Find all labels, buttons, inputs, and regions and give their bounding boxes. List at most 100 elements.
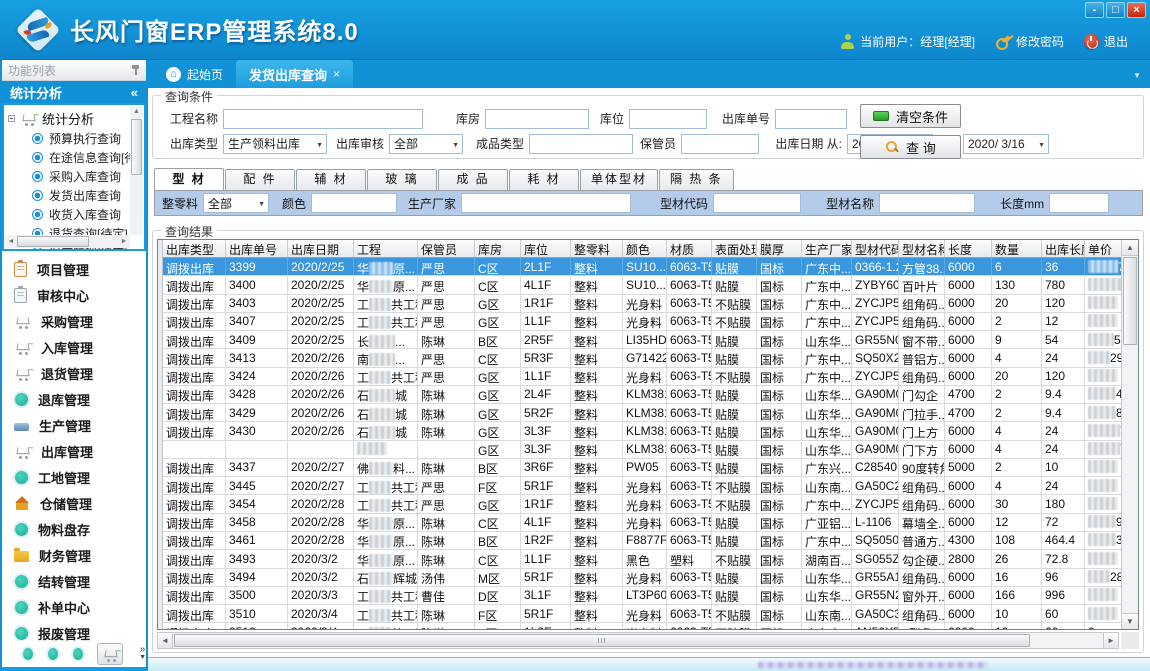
table-cell[interactable]: 调拨出库 bbox=[163, 331, 226, 348]
table-cell[interactable]: 6000 bbox=[945, 331, 992, 348]
table-cell[interactable]: 调拨出库 bbox=[163, 313, 226, 330]
table-cell[interactable]: 国标 bbox=[757, 331, 802, 348]
sidebar-more-button[interactable]: »▼ bbox=[139, 646, 146, 662]
table-cell[interactable]: 24 bbox=[1042, 477, 1085, 494]
table-cell[interactable]: 54 bbox=[1042, 331, 1085, 348]
table-cell[interactable]: 2L1F bbox=[521, 258, 571, 275]
table-cell[interactable]: 2972 bbox=[1085, 349, 1121, 366]
table-cell[interactable]: 708 bbox=[1085, 258, 1121, 275]
table-cell[interactable]: 5R1F bbox=[521, 605, 571, 622]
table-cell[interactable]: 整料 bbox=[571, 569, 623, 586]
sidebar-item-报废管理[interactable]: 报废管理 bbox=[2, 620, 146, 641]
table-cell[interactable]: 华原... bbox=[354, 550, 418, 567]
table-cell[interactable]: AN50X50X2 bbox=[852, 623, 899, 629]
location-input[interactable] bbox=[629, 109, 707, 129]
column-header-出库单号[interactable]: 出库单号 bbox=[226, 240, 288, 257]
table-cell[interactable]: 24 bbox=[1042, 441, 1085, 458]
table-cell[interactable]: 4L1F bbox=[521, 276, 571, 293]
table-cell[interactable]: 贴膜 bbox=[712, 349, 757, 366]
table-cell[interactable]: 2020/2/28 bbox=[288, 514, 354, 531]
table-cell[interactable]: 2020/3/3 bbox=[288, 587, 354, 604]
table-cell[interactable]: 国标 bbox=[757, 495, 802, 512]
table-cell[interactable]: 2020/2/25 bbox=[288, 295, 354, 312]
table-cell[interactable]: 6000 bbox=[945, 349, 992, 366]
table-cell[interactable] bbox=[1085, 295, 1121, 312]
table-cell[interactable]: 工共工程 bbox=[354, 605, 418, 622]
tree-horizontal-scrollbar[interactable]: ◄► bbox=[5, 235, 130, 248]
grid-vertical-scrollbar[interactable]: ▲ ▼ bbox=[1121, 240, 1138, 629]
table-cell[interactable] bbox=[163, 441, 226, 458]
table-cell[interactable]: 6000 bbox=[945, 587, 992, 604]
table-cell[interactable]: 2812 bbox=[1085, 569, 1121, 586]
table-cell[interactable]: 2020/2/27 bbox=[288, 459, 354, 476]
table-cell[interactable]: 整料 bbox=[571, 623, 623, 629]
table-cell[interactable]: 黑色 bbox=[623, 550, 667, 567]
table-cell[interactable]: 国标 bbox=[757, 459, 802, 476]
table-cell[interactable]: 曹佳 bbox=[418, 587, 475, 604]
table-cell[interactable]: 2020/2/25 bbox=[288, 313, 354, 330]
table-cell[interactable]: 工共工程 bbox=[354, 477, 418, 494]
table-cell[interactable]: 3R6F bbox=[521, 459, 571, 476]
table-cell[interactable]: SQ5050T20 bbox=[852, 532, 899, 549]
table-cell[interactable]: 国标 bbox=[757, 441, 802, 458]
table-cell[interactable]: 门上方 bbox=[899, 422, 945, 439]
table-cell[interactable]: 方管38... bbox=[899, 258, 945, 275]
table-cell[interactable]: 3445 bbox=[226, 477, 288, 494]
table-cell[interactable]: 26 bbox=[992, 550, 1042, 567]
table-cell[interactable]: 10 bbox=[992, 605, 1042, 622]
table-cell[interactable]: 不贴膜 bbox=[712, 295, 757, 312]
table-cell[interactable]: 6063-T5 bbox=[667, 514, 712, 531]
table-cell[interactable]: 0366-1.2 bbox=[852, 258, 899, 275]
module-cart-button[interactable] bbox=[97, 643, 123, 665]
table-cell[interactable]: 6000 bbox=[945, 495, 992, 512]
length-input[interactable] bbox=[1049, 193, 1109, 213]
table-cell[interactable]: L-1106 bbox=[852, 514, 899, 531]
table-cell[interactable]: 整料 bbox=[571, 258, 623, 275]
table-cell[interactable]: 75 bbox=[1085, 441, 1121, 458]
date-to-select[interactable]: 2020/ 3/16▼ bbox=[963, 134, 1049, 154]
table-cell[interactable]: 3510 bbox=[226, 605, 288, 622]
table-cell[interactable]: 120 bbox=[1042, 295, 1085, 312]
scroll-up-icon[interactable]: ▲ bbox=[1122, 240, 1138, 256]
sidebar-item-工地管理[interactable]: 工地管理 bbox=[2, 464, 146, 490]
tab-home[interactable]: ⌂ 起始页 bbox=[153, 60, 236, 88]
table-cell[interactable]: 光身料 bbox=[623, 477, 667, 494]
table-cell[interactable]: 3L3F bbox=[521, 422, 571, 439]
table-cell[interactable]: 调拨出库 bbox=[163, 295, 226, 312]
table-cell[interactable]: 6063-T5 bbox=[667, 477, 712, 494]
table-cell[interactable]: 国标 bbox=[757, 623, 802, 629]
table-cell[interactable]: 6000 bbox=[945, 276, 992, 293]
table-cell[interactable]: 不贴膜 bbox=[712, 550, 757, 567]
sidebar-item-审核中心[interactable]: 审核中心 bbox=[2, 282, 146, 308]
table-cell[interactable] bbox=[1085, 368, 1121, 385]
table-cell[interactable] bbox=[226, 441, 288, 458]
table-cell[interactable]: 24 bbox=[1042, 422, 1085, 439]
table-cell[interactable]: 3413 bbox=[226, 349, 288, 366]
table-cell[interactable]: GR55N26 bbox=[852, 587, 899, 604]
table-cell[interactable]: 调拨出库 bbox=[163, 569, 226, 586]
module-circle-icon[interactable] bbox=[48, 648, 58, 660]
table-cell[interactable]: 1L1F bbox=[521, 313, 571, 330]
table-cell[interactable]: 调拨出库 bbox=[163, 258, 226, 275]
table-cell[interactable]: 贴膜 bbox=[712, 276, 757, 293]
table-cell[interactable]: 2020/3/2 bbox=[288, 550, 354, 567]
table-cell[interactable]: 4700 bbox=[945, 386, 992, 403]
table-cell[interactable]: 468 bbox=[1085, 386, 1121, 403]
table-cell[interactable]: 南... bbox=[354, 349, 418, 366]
table-cell[interactable]: G区 bbox=[475, 368, 521, 385]
table-cell[interactable]: 整料 bbox=[571, 514, 623, 531]
table-cell[interactable]: KLM3817 bbox=[623, 404, 667, 421]
sidebar-item-结转管理[interactable]: 结转管理 bbox=[2, 568, 146, 594]
table-cell[interactable]: 72.8 bbox=[1042, 550, 1085, 567]
table-cell[interactable]: 2020/2/28 bbox=[288, 532, 354, 549]
table-cell[interactable]: 108 bbox=[992, 532, 1042, 549]
table-cell[interactable]: 广东中... bbox=[802, 258, 852, 275]
table-cell[interactable]: 调拨出库 bbox=[163, 532, 226, 549]
table-cell[interactable]: 6063-T5 bbox=[667, 441, 712, 458]
table-cell[interactable]: G区 bbox=[475, 441, 521, 458]
table-cell[interactable]: 9.4 bbox=[1042, 404, 1085, 421]
sidebar-item-采购管理[interactable]: 采购管理 bbox=[2, 308, 146, 334]
table-cell[interactable]: 96 bbox=[1042, 569, 1085, 586]
column-header-型材名称[interactable]: 型材名称 bbox=[899, 240, 945, 257]
table-cell[interactable]: 组角码... bbox=[899, 295, 945, 312]
